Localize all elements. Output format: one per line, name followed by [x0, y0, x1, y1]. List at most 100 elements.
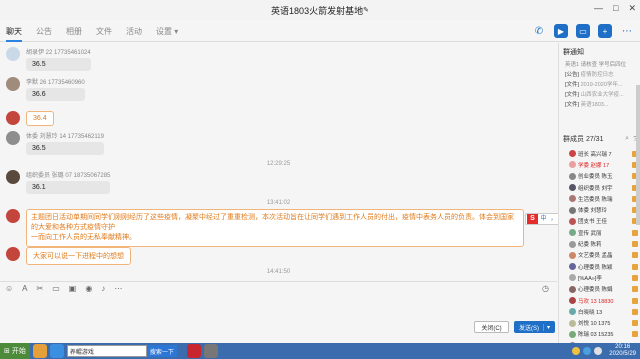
avatar[interactable] [6, 209, 20, 223]
member-item[interactable]: 刘悦 10 1375 [559, 317, 640, 328]
member-item[interactable]: 马欢 13 18830 [559, 295, 640, 306]
window-title: 英语1803火箭发射基地 [271, 5, 364, 16]
avatar[interactable] [6, 47, 20, 61]
more-icon[interactable]: ⋯ [620, 24, 634, 38]
message-item: 体委 刘慧玲 14 17735462119 36.5 [6, 131, 104, 155]
avatar[interactable] [6, 131, 20, 145]
avatar[interactable] [6, 170, 20, 184]
send-options-icon[interactable]: ▾ [542, 323, 550, 331]
member-name: 宣传 武丽 [578, 230, 602, 237]
network-icon[interactable] [583, 347, 592, 355]
member-item[interactable]: 创业委员 陈玉 [559, 171, 640, 182]
message-sender: 组织委员 张璐 07 18735067285 [26, 173, 111, 179]
gift-icon[interactable]: ◉ [85, 284, 92, 293]
member-avatar [569, 172, 576, 180]
folder-icon[interactable]: ▭ [52, 284, 60, 293]
taskbar-item[interactable] [186, 344, 201, 358]
message-bubble: 36.4 [26, 111, 54, 126]
emoji-icon[interactable]: ☺ [5, 284, 13, 293]
notice-item[interactable]: [文件] 2019-2020学年... [559, 79, 640, 89]
tab-activities[interactable]: 活动 [126, 22, 142, 42]
message-input[interactable] [0, 295, 557, 343]
notice-item[interactable]: [公告] 疫情防控日志 [559, 69, 640, 79]
message-bubble: 主题团日活动单期间同学们刚刚经历了这些疫情，凝聚中经过了重重检测，本次活动旨在让… [26, 209, 524, 247]
avatar[interactable] [6, 77, 20, 91]
member-item[interactable]: 组织委员 刘宇 [559, 182, 640, 193]
member-title-badge-icon [632, 320, 638, 327]
member-list-scrollbar[interactable] [636, 85, 640, 225]
member-item[interactable]: 纪委 陈莉 [559, 238, 640, 249]
taskbar-search-button[interactable]: 搜索一下 [146, 345, 177, 357]
message-item: 组织委员 张璐 07 18735067285 36.1 [6, 170, 111, 194]
ime-chinese-icon[interactable]: 中 [539, 215, 548, 224]
taskbar-search: 养鲲游戏 搜索一下 [66, 344, 177, 358]
members-count: 27/31 [585, 135, 604, 143]
image-icon[interactable]: ▣ [69, 284, 77, 293]
tab-chat[interactable]: 聊天 [6, 22, 22, 42]
tray-icon[interactable] [572, 347, 581, 355]
add-icon[interactable]: + [598, 24, 612, 38]
send-button[interactable]: 发送(S) ▾ [514, 321, 555, 333]
ime-punctuation-icon[interactable]: ， [549, 215, 558, 224]
member-title-badge-icon [632, 263, 638, 270]
avatar[interactable] [6, 247, 20, 261]
phone-icon[interactable]: ✆ [532, 24, 546, 38]
taskbar-search-input[interactable]: 养鲲游戏 [66, 345, 147, 357]
history-icon[interactable]: ◷ [542, 284, 549, 293]
maximize-button[interactable]: □ [613, 3, 618, 14]
tab-notice[interactable]: 公告 [36, 22, 52, 42]
screen-share-icon[interactable]: ▭ [576, 24, 590, 38]
scissors-icon[interactable]: ✂ [37, 284, 44, 293]
member-title-badge-icon [632, 229, 638, 236]
message-item: 主题团日活动单期间同学们刚刚经历了这些疫情，凝聚中经过了重重检测，本次活动旨在让… [6, 209, 524, 247]
notice-item[interactable]: [文件] 英语1803... [559, 99, 640, 109]
message-bubble: 36.5 [26, 58, 91, 71]
tab-files[interactable]: 文件 [96, 22, 112, 42]
member-name: 刘悦 10 1375 [578, 321, 611, 328]
member-item[interactable]: [%AA»]李 [559, 272, 640, 283]
close-window-button[interactable]: ✕ [628, 3, 636, 14]
taskbar-item[interactable] [32, 344, 47, 358]
avatar[interactable] [6, 111, 20, 125]
member-item[interactable]: 文艺委员 孟晶 [559, 250, 640, 261]
timestamp: 12:29:25 [266, 161, 291, 167]
member-item[interactable]: 班长 高兴瑞 7 [559, 148, 640, 159]
taskbar-clock[interactable]: 20:16 2020/5/29 [609, 344, 636, 358]
tab-album[interactable]: 相册 [66, 22, 82, 42]
pencil-icon[interactable]: ✎ [363, 6, 369, 14]
taskbar-item[interactable] [49, 344, 64, 358]
member-name: 心理委员 陈娟 [578, 287, 613, 294]
search-icon[interactable]: ⌕ [625, 135, 629, 143]
member-item[interactable]: 心理委员 陈娟 [559, 284, 640, 295]
tab-settings[interactable]: 设置 ▾ [156, 22, 178, 42]
member-item[interactable]: 团支书 王佳 [559, 216, 640, 227]
member-item[interactable]: 白晓晓 13 [559, 306, 640, 317]
notice-text: 疫情防控日志 [580, 72, 614, 78]
member-item[interactable]: 陈瑞 03 15235 [559, 329, 640, 340]
member-item[interactable]: 学委 赵娜 17 [559, 159, 640, 170]
sogou-logo-icon[interactable]: S [527, 214, 538, 224]
start-button[interactable]: ⊞ 开始 [0, 343, 30, 359]
member-item[interactable]: 生活委员 陈瑞 [559, 193, 640, 204]
close-button[interactable]: 关闭(C) [474, 321, 509, 333]
member-avatar [569, 285, 576, 293]
member-name: 创业委员 陈玉 [578, 174, 613, 181]
member-item[interactable]: 心理委员 陈颖 [559, 261, 640, 272]
message-text: 主题团日活动单期间同学们刚刚经历了这些疫情，凝聚中经过了重重检测，本次活动旨在让… [31, 214, 514, 231]
start-label: 开始 [11, 348, 26, 355]
message-item: 大家可以说一下进程中的想想 [6, 247, 131, 265]
notice-text: 英语1803... [580, 102, 609, 108]
member-item[interactable]: 体委 刘慧玲 [559, 204, 640, 215]
notice-tag: [文件] [565, 92, 580, 98]
notice-item[interactable]: [文件] 山西农业大学疫... [559, 89, 640, 99]
voice-icon[interactable]: ♪ [101, 284, 105, 293]
video-icon[interactable]: ▶ [554, 24, 568, 38]
member-item[interactable]: 宣传 武丽 [559, 227, 640, 238]
member-name: 体委 刘慧玲 [578, 208, 608, 215]
font-icon[interactable]: A [22, 284, 27, 293]
minimize-button[interactable]: — [594, 3, 603, 14]
member-avatar [569, 229, 576, 237]
volume-icon[interactable] [594, 347, 603, 355]
taskbar-item[interactable] [203, 344, 218, 358]
more-tools-icon[interactable]: ⋯ [114, 284, 122, 293]
